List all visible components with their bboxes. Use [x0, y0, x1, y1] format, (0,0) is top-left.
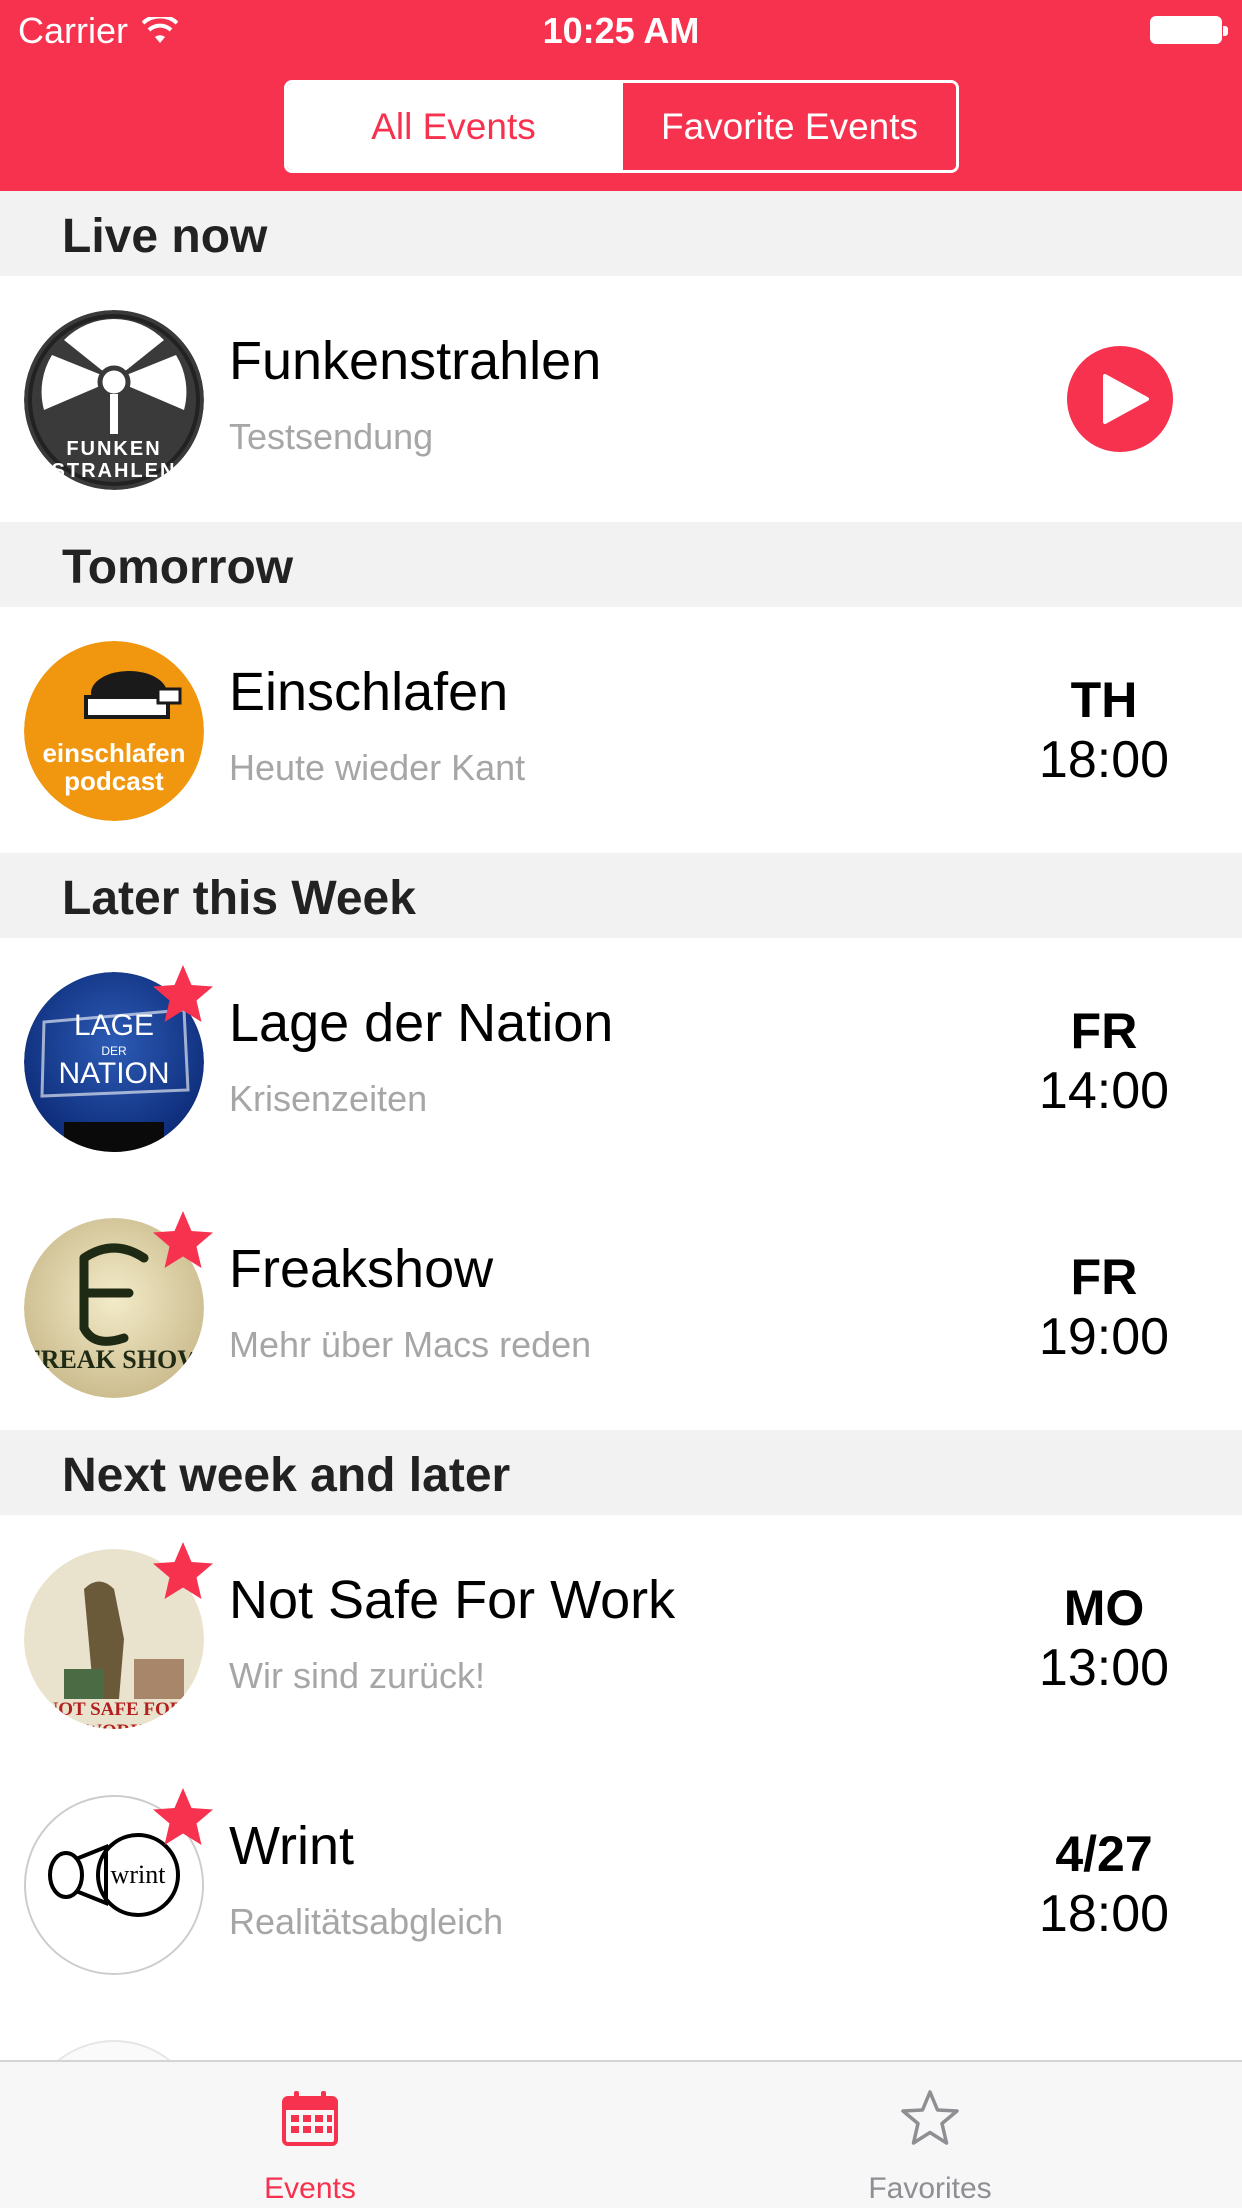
event-subtitle: Wir sind zurück! [229, 1655, 486, 1696]
event-title: Freakshow [229, 1239, 494, 1299]
tab-bar: Events Favorites [0, 2060, 1242, 2208]
segment-favorite-events[interactable]: Favorite Events [620, 83, 956, 170]
event-title: Wrint [229, 1816, 355, 1876]
section-title: Next week and later [62, 1449, 511, 1502]
tab-events-label: Events [264, 2172, 356, 2205]
event-row-not-safe-for-work[interactable]: NOT SAFE FOR WORK Not Safe For Work Wir … [0, 1515, 1242, 1761]
play-live-button[interactable] [1067, 346, 1173, 452]
event-title: Funkenstrahlen [229, 331, 602, 391]
play-icon [1103, 374, 1149, 424]
event-day: 4/27 [1055, 1826, 1153, 1882]
podcast-logo-text: wrint [110, 1860, 166, 1889]
event-subtitle: Mehr über Macs reden [229, 1324, 592, 1365]
podcast-logo-text: FREAK SHOW [24, 1345, 204, 1374]
section-title: Tomorrow [62, 541, 294, 594]
event-row-einschlafen[interactable]: einschlafen podcast Einschlafen Heute wi… [0, 607, 1242, 853]
status-bar: Carrier 10:25 AM [0, 0, 1242, 62]
podcast-logo-text-der: DER [101, 1044, 127, 1058]
event-filter-segmented-control[interactable]: All Events Favorite Events [284, 80, 959, 173]
event-title: Einschlafen [229, 662, 509, 722]
event-time: 14:00 [1038, 1062, 1170, 1120]
tab-favorites[interactable]: Favorites [780, 2062, 1080, 2208]
podcast-logo-text: FUNKEN STRAHLEN [51, 438, 177, 482]
section-title: Live now [62, 210, 268, 263]
event-schedule: TH 18:00 [1004, 671, 1204, 791]
event-row-freakshow[interactable]: FREAK SHOW Freakshow Mehr über Macs rede… [0, 1184, 1242, 1430]
section-title: Later this Week [62, 872, 416, 925]
tab-events[interactable]: Events [160, 2062, 460, 2208]
star-outline-icon [901, 2090, 959, 2145]
event-schedule: 4/27 18:00 [1004, 1825, 1204, 1945]
podcast-logo: FUNKEN STRAHLEN [24, 310, 204, 490]
podcast-logo-text: einschlafen podcast [42, 738, 186, 796]
favorite-star-icon [153, 1211, 213, 1268]
event-schedule: MO 13:00 [1004, 1579, 1204, 1699]
event-time: 19:00 [1038, 1308, 1170, 1366]
section-header-live-now: Live now [0, 191, 1242, 276]
event-row-lage-der-nation[interactable]: LAGE DER NATION Lage der Nation Krisenze… [0, 938, 1242, 1184]
event-row-wrint[interactable]: wrint Wrint Realitätsabgleich 4/27 18:00 [0, 1761, 1242, 2007]
event-subtitle: Krisenzeiten [229, 1078, 428, 1119]
tab-favorites-label: Favorites [868, 2172, 992, 2205]
event-row-funkenstrahlen[interactable]: FUNKEN STRAHLEN Funkenstrahlen Testsendu… [0, 276, 1242, 522]
event-schedule: FR 19:00 [1004, 1248, 1204, 1368]
section-header-next-week-and-later: Next week and later [0, 1430, 1242, 1515]
section-header-tomorrow: Tomorrow [0, 522, 1242, 607]
segment-all-events[interactable]: All Events [287, 83, 620, 170]
event-schedule: FR 14:00 [1004, 1002, 1204, 1122]
podcast-logo-text: NOT SAFE FOR WORK [44, 1699, 184, 1729]
calendar-icon [282, 2091, 338, 2146]
event-day: FR [1070, 1249, 1138, 1305]
section-header-later-this-week: Later this Week [0, 853, 1242, 938]
favorite-star-icon [153, 1542, 213, 1599]
event-time: 18:00 [1038, 731, 1170, 789]
event-title: Not Safe For Work [229, 1570, 676, 1630]
event-subtitle: Heute wieder Kant [229, 747, 526, 788]
event-time: 13:00 [1038, 1639, 1170, 1697]
event-day: MO [1063, 1580, 1145, 1636]
nav-header: Carrier 10:25 AM All Events Favorite Eve… [0, 0, 1242, 191]
favorite-star-icon [153, 965, 213, 1022]
event-title: Lage der Nation [229, 993, 614, 1053]
event-time: 18:00 [1038, 1885, 1170, 1943]
event-day: FR [1070, 1003, 1138, 1059]
podcast-logo: einschlafen podcast [24, 641, 204, 821]
status-time: 10:25 AM [542, 10, 700, 51]
event-subtitle: Testsendung [229, 416, 434, 457]
battery-icon [1150, 16, 1228, 44]
event-day: TH [1070, 672, 1138, 728]
favorite-star-icon [153, 1788, 213, 1845]
event-subtitle: Realitätsabgleich [229, 1901, 504, 1942]
podcast-logo-text-nation: NATION [58, 1057, 170, 1090]
